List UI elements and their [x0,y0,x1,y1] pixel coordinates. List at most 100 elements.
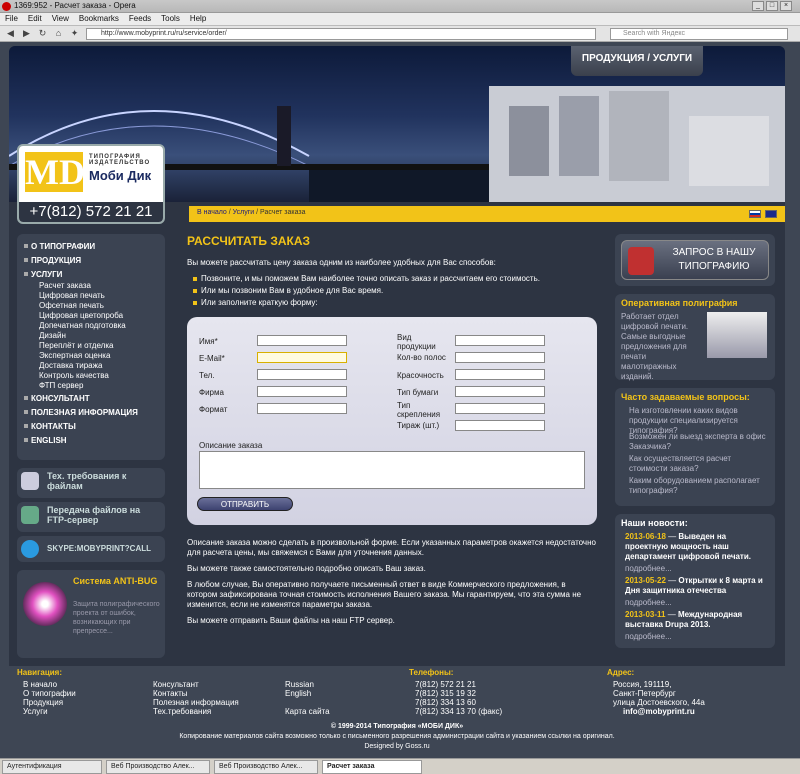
nav-sub-proof[interactable]: Цифровая цветопроба [39,311,123,320]
skype-link[interactable]: SKYPE:MOBYPRINT?CALL [17,536,165,562]
menu-file[interactable]: File [0,13,23,25]
forward-icon[interactable]: ▶ [20,28,33,40]
nav-sub-digital[interactable]: Цифровая печать [39,291,105,300]
site-container: ПРОДУКЦИЯ / УСЛУГИ MD ТИПОГРАФИЯ ИЗДАТЕЛ… [9,46,785,758]
ftp-upload-link[interactable]: Передача файлов на FTP-сервер [17,502,165,532]
label-format: Формат [199,405,228,414]
nav-sub-delivery[interactable]: Доставка тиража [39,361,102,370]
run-input[interactable] [455,420,545,431]
antibug-block[interactable]: Система ANTI-BUG Защита полиграфического… [17,570,165,658]
nav-services[interactable]: УСЛУГИ [31,270,62,279]
news-item-3[interactable]: 2013-03-11 — Международная выставка Drup… [625,610,769,630]
footer-link[interactable]: Контакты [153,689,188,698]
footer-link[interactable]: В начало [23,680,57,689]
footer-phone: 7(812) 315 19 32 [415,689,476,698]
window-title: 1369:952 - Расчет заказа - Opera [14,1,136,10]
nav-contacts[interactable]: КОНТАКТЫ [31,422,76,431]
news-more-2[interactable]: подробнее... [625,598,672,608]
description-textarea[interactable] [199,451,585,489]
label-binding: Тип скрепления [397,401,441,419]
maximize-button[interactable]: □ [766,1,778,11]
operative-text: Работает отдел цифровой печати. Самые вы… [621,312,689,381]
nav-sub-order[interactable]: Расчет заказа [39,281,91,290]
footer-link[interactable]: Тех.требования [153,707,211,716]
footer-link[interactable]: Услуги [23,707,48,716]
footer-link[interactable]: О типографии [23,689,76,698]
nav-about[interactable]: О ТИПОГРАФИИ [31,242,95,251]
faq-block: Часто задаваемые вопросы: На изготовлени… [615,388,775,506]
page-title: РАССЧИТАТЬ ЗАКАЗ [187,234,311,248]
way-callback[interactable]: Или мы позвоним Вам в удобное для Вас вр… [201,286,605,296]
breadcrumb-home[interactable]: В начало [197,209,227,216]
bullet-icon [193,289,197,293]
news-item-1[interactable]: 2013-06-18 — Выведен на проектную мощнос… [625,532,769,562]
taskbar-tab-3[interactable]: Веб Производство Алек... [214,760,318,774]
nav-sub-prepress[interactable]: Допечатная подготовка [39,321,126,330]
taskbar-tab-1[interactable]: Аутентификация [2,760,102,774]
name-input[interactable] [257,335,347,346]
footer-link[interactable]: Карта сайта [285,707,330,716]
request-button[interactable]: ЗАПРОС В НАШУ ТИПОГРАФИЮ [621,240,769,280]
close-button[interactable]: × [780,1,792,11]
logo-block[interactable]: MD ТИПОГРАФИЯ ИЗДАТЕЛЬСТВО Моби Дик +7(8… [17,144,165,224]
nav-sub-ftp[interactable]: ФТП сервер [39,381,83,390]
pages-input[interactable] [455,352,545,363]
reload-icon[interactable]: ↻ [36,28,49,40]
news-item-2[interactable]: 2013-05-22 — Открытки к 8 марта и Дня за… [625,576,769,596]
nav-useful[interactable]: ПОЛЕЗНАЯ ИНФОРМАЦИЯ [31,408,138,417]
menu-feeds[interactable]: Feeds [124,13,156,25]
breadcrumb-services[interactable]: Услуги [233,209,255,216]
news-more-3[interactable]: подробнее... [625,632,672,642]
nav-sub-offset[interactable]: Офсетная печать [39,301,104,310]
footer-email[interactable]: info@mobyprint.ru [623,707,695,716]
nav-english[interactable]: ENGLISH [31,436,67,445]
footer-link[interactable]: Полезная информация [153,698,239,707]
wand-icon[interactable]: ✦ [68,28,81,40]
faq-item-3[interactable]: Как осуществляется расчет стоимости зака… [629,454,769,474]
taskbar-tab-2[interactable]: Веб Производство Алек... [106,760,210,774]
colors-input[interactable] [455,369,545,380]
submit-button[interactable]: ОТПРАВИТЬ [197,497,293,511]
faq-item-2[interactable]: Возможен ли выезд эксперта в офис Заказч… [629,432,769,452]
operative-print-block[interactable]: Оперативная полиграфия Работает отдел ци… [615,294,775,381]
binding-input[interactable] [455,403,545,414]
email-input[interactable] [257,352,347,363]
flag-uk-icon[interactable] [765,210,777,218]
paper-input[interactable] [455,386,545,397]
format-input[interactable] [257,403,347,414]
news-more-1[interactable]: подробнее... [625,564,672,574]
info-text-1: Описание заказа можно сделать в произвол… [187,538,596,557]
flag-ru-icon[interactable] [749,210,761,218]
label-pages: Кол-во полос [397,353,446,362]
address-input[interactable]: http://www.mobyprint.ru/ru/service/order… [86,28,596,40]
nav-sub-expert[interactable]: Экспертная оценка [39,351,110,360]
taskbar-tab-4[interactable]: Расчет заказа [322,760,422,774]
nav-sub-quality[interactable]: Контроль качества [39,371,109,380]
footer-link[interactable]: Консультант [153,680,199,689]
faq-item-4[interactable]: Каким оборудованием располагает типограф… [629,476,769,496]
home-icon[interactable]: ⌂ [52,28,65,40]
back-icon[interactable]: ◀ [4,28,17,40]
menu-bookmarks[interactable]: Bookmarks [74,13,124,25]
footer-link[interactable]: Продукция [23,698,63,707]
nav-consultant[interactable]: КОНСУЛЬТАНТ [31,394,90,403]
nav-sub-design[interactable]: Дизайн [39,331,66,340]
nav-products[interactable]: ПРОДУКЦИЯ [31,256,81,265]
search-input[interactable]: Search with Яндекс [610,28,788,40]
products-services-tab[interactable]: ПРОДУКЦИЯ / УСЛУГИ [571,46,703,76]
minimize-button[interactable]: _ [752,1,764,11]
product-input[interactable] [455,335,545,346]
menu-help[interactable]: Help [185,13,211,25]
phone-input[interactable] [257,369,347,380]
footer-link[interactable]: Russian [285,680,314,689]
menu-edit[interactable]: Edit [23,13,47,25]
requirements-link[interactable]: Тех. требования к файлам [17,468,165,498]
bullet-icon [24,396,28,400]
menu-tools[interactable]: Tools [156,13,185,25]
request-block[interactable]: ЗАПРОС В НАШУ ТИПОГРАФИЮ [615,234,775,286]
company-input[interactable] [257,386,347,397]
info-text-2: Вы можете также самостоятельно подробно … [187,564,426,573]
nav-sub-binding[interactable]: Переплёт и отделка [39,341,113,350]
menu-view[interactable]: View [47,13,74,25]
footer-link[interactable]: English [285,689,311,698]
